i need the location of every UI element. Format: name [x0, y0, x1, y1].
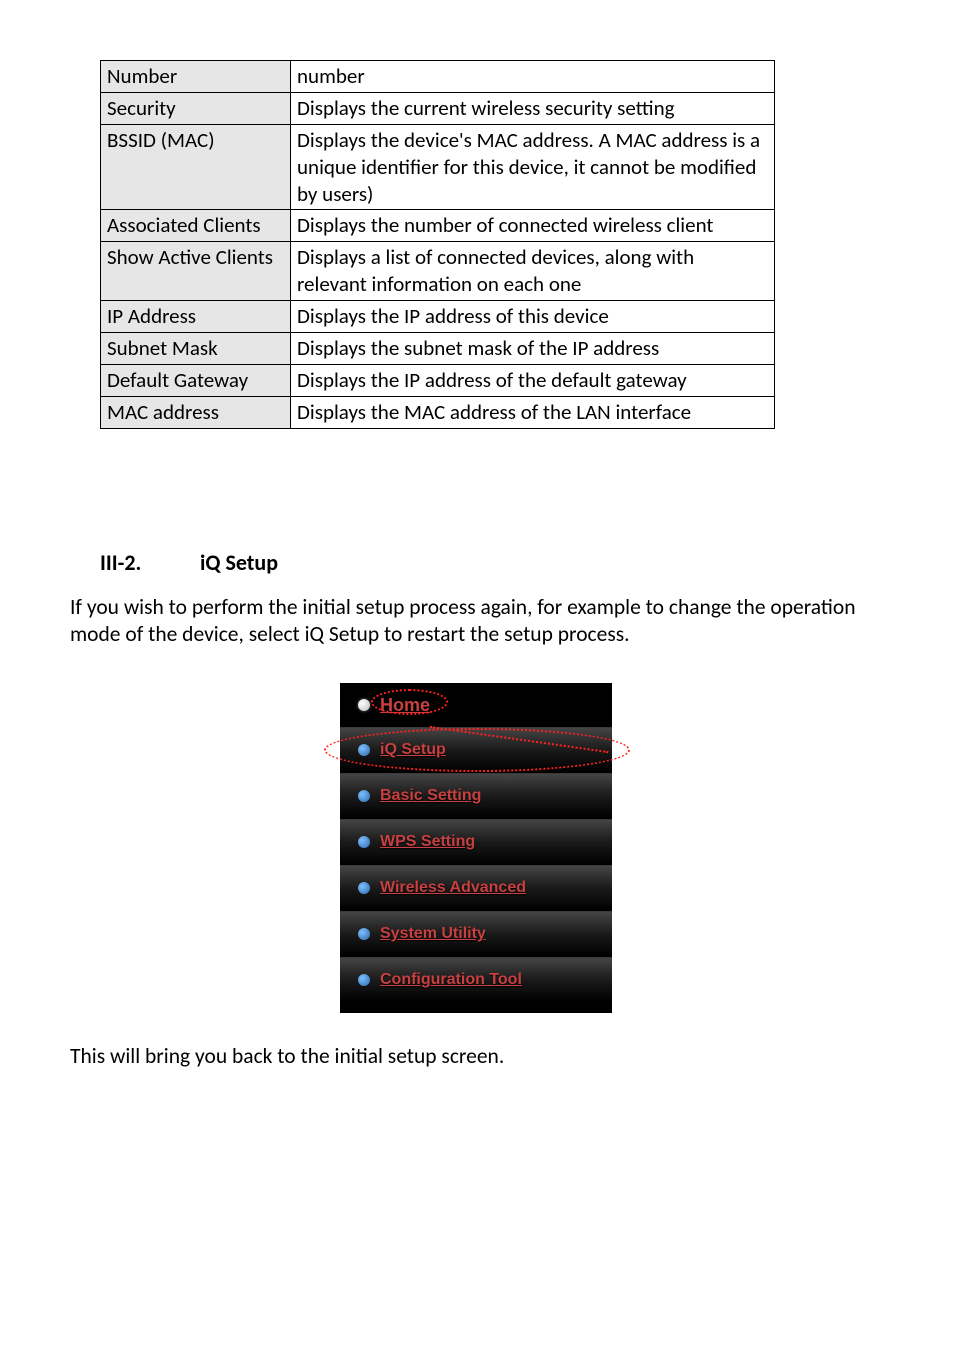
- menu-item-basic-setting[interactable]: Basic Setting: [340, 773, 612, 819]
- heading-title: iQ Setup: [200, 549, 278, 576]
- bullet-icon: [358, 744, 370, 756]
- row-label: Default Gateway: [101, 364, 291, 396]
- menu-item-configuration-tool[interactable]: Configuration Tool: [340, 957, 612, 1003]
- row-label: BSSID (MAC): [101, 124, 291, 210]
- menu-item-system-utility[interactable]: System Utility: [340, 911, 612, 957]
- menu-label: WPS Setting: [380, 833, 475, 851]
- bullet-icon: [358, 928, 370, 940]
- table-row: MAC address Displays the MAC address of …: [101, 396, 775, 428]
- bullet-icon: [358, 790, 370, 802]
- table-row: Number number: [101, 61, 775, 93]
- table-row: IP Address Displays the IP address of th…: [101, 301, 775, 333]
- row-label: Security: [101, 92, 291, 124]
- menu-label: System Utility: [380, 925, 486, 943]
- row-value: number: [291, 61, 775, 93]
- menu-label: Wireless Advanced: [380, 879, 526, 897]
- row-value: Displays the number of connected wireles…: [291, 210, 775, 242]
- row-label: Subnet Mask: [101, 332, 291, 364]
- bullet-icon: [358, 974, 370, 986]
- row-label: IP Address: [101, 301, 291, 333]
- bullet-icon: [358, 882, 370, 894]
- row-value: Displays the MAC address of the LAN inte…: [291, 396, 775, 428]
- bullet-icon: [358, 836, 370, 848]
- menu-label: Configuration Tool: [380, 971, 522, 989]
- row-value: Displays the device's MAC address. A MAC…: [291, 124, 775, 210]
- row-value: Displays the IP address of this device: [291, 301, 775, 333]
- row-label: MAC address: [101, 396, 291, 428]
- intro-paragraph: If you wish to perform the initial setup…: [70, 594, 884, 650]
- row-label: Number: [101, 61, 291, 93]
- menu-item-home[interactable]: Home: [340, 683, 612, 727]
- row-value: Displays a list of connected devices, al…: [291, 242, 775, 301]
- navigation-menu-screenshot: Home iQ Setup Basic Setting WPS Setting …: [322, 669, 632, 1013]
- closing-paragraph: This will bring you back to the initial …: [70, 1043, 884, 1071]
- row-value: Displays the IP address of the default g…: [291, 364, 775, 396]
- heading-number: III-2.: [100, 549, 195, 576]
- table-row: Subnet Mask Displays the subnet mask of …: [101, 332, 775, 364]
- bullet-icon: [358, 699, 370, 711]
- table-row: Show Active Clients Displays a list of c…: [101, 242, 775, 301]
- table-row: Associated Clients Displays the number o…: [101, 210, 775, 242]
- device-info-table: Number number Security Displays the curr…: [100, 60, 775, 429]
- menu-item-wireless-advanced[interactable]: Wireless Advanced: [340, 865, 612, 911]
- section-heading-iq-setup: III-2. iQ Setup: [100, 549, 884, 576]
- menu-label: iQ Setup: [380, 741, 446, 759]
- row-label: Show Active Clients: [101, 242, 291, 301]
- table-row: Security Displays the current wireless s…: [101, 92, 775, 124]
- row-value: Displays the current wireless security s…: [291, 92, 775, 124]
- menu-item-wps-setting[interactable]: WPS Setting: [340, 819, 612, 865]
- menu-label: Home: [380, 695, 430, 716]
- row-label: Associated Clients: [101, 210, 291, 242]
- table-row: Default Gateway Displays the IP address …: [101, 364, 775, 396]
- row-value: Displays the subnet mask of the IP addre…: [291, 332, 775, 364]
- table-row: BSSID (MAC) Displays the device's MAC ad…: [101, 124, 775, 210]
- menu-label: Basic Setting: [380, 787, 481, 805]
